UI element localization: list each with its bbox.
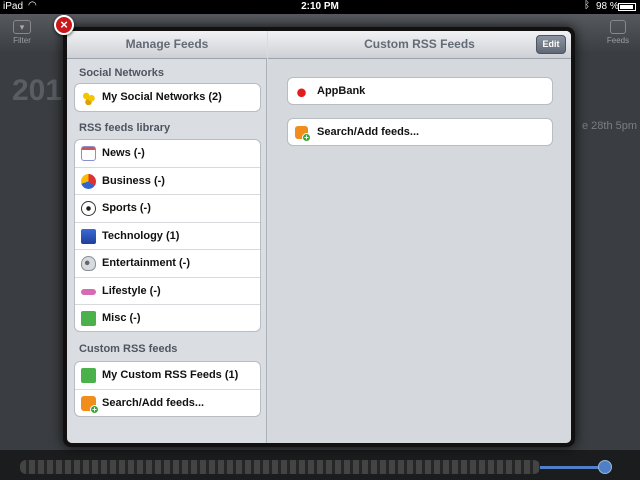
- list-item-misc[interactable]: Misc (-): [75, 305, 260, 331]
- sports-icon: [81, 201, 96, 216]
- list-item-label: Search/Add feeds...: [102, 396, 205, 409]
- filter-label: Filter: [13, 36, 31, 45]
- manage-feeds-title: Manage Feeds: [67, 31, 267, 59]
- list-item-label: Entertainment (-): [102, 257, 190, 269]
- close-button[interactable]: ×: [54, 15, 74, 35]
- list-item-lifestyle[interactable]: Lifestyle (-): [75, 278, 260, 305]
- news-icon: [81, 146, 96, 161]
- rss-add-icon: +: [295, 126, 311, 142]
- feeds-label: Feeds: [606, 36, 630, 45]
- entertainment-icon: [81, 256, 96, 271]
- rss-add-icon: +: [81, 395, 99, 414]
- close-icon: ×: [60, 17, 68, 32]
- background-date: e 28th 5pm: [582, 120, 638, 132]
- list-item-label: Sports (-): [102, 202, 151, 214]
- list-item-label: Lifestyle (-): [102, 284, 161, 297]
- custom-rss-pane: Custom RSS Feeds Edit AppBank + Search/A…: [268, 31, 571, 443]
- feed-item-label: Search/Add feeds...: [317, 126, 420, 138]
- list-item-label: Business (-): [102, 174, 165, 187]
- list-item-label: My Custom RSS Feeds (1): [102, 369, 239, 381]
- list-item-social-networks[interactable]: My Social Networks (2): [75, 84, 260, 111]
- edit-button[interactable]: Edit: [536, 35, 566, 54]
- list-item-search-add-feeds[interactable]: + Search/Add feeds...: [75, 390, 260, 417]
- battery-icon: [618, 3, 636, 11]
- list-item-news[interactable]: News (-): [75, 140, 260, 168]
- section-header-custom-rss: Custom RSS feeds: [79, 343, 178, 355]
- section-header-rss-library: RSS feeds library: [79, 122, 171, 134]
- misc-icon: [81, 311, 96, 326]
- group-rss-library: News (-) Business (-) Sports (-) Technol…: [74, 139, 261, 332]
- feeds-icon: [610, 20, 626, 34]
- status-bar: iPad ◠ 2:10 PM ᛒ 98 %: [0, 0, 640, 14]
- list-item-label: News (-): [102, 147, 145, 159]
- list-item-business[interactable]: Business (-): [75, 168, 260, 195]
- list-item-label: Misc (-): [102, 312, 141, 324]
- feed-item-label: AppBank: [317, 85, 366, 97]
- list-item-my-custom-feeds[interactable]: My Custom RSS Feeds (1): [75, 362, 260, 390]
- timeline-slider-track: [540, 466, 606, 469]
- group-social-networks: My Social Networks (2): [74, 83, 261, 112]
- battery-percent: 98 %: [596, 1, 619, 12]
- feed-item-search-add[interactable]: + Search/Add feeds...: [287, 118, 553, 146]
- feeds-button[interactable]: Feeds: [604, 20, 632, 48]
- friends-icon: [81, 90, 96, 105]
- feed-item-appbank[interactable]: AppBank: [287, 77, 553, 105]
- list-item-label: My Social Networks (2): [102, 91, 222, 103]
- section-header-social: Social Networks: [79, 67, 164, 79]
- timeline-slider-knob[interactable]: [598, 460, 612, 474]
- technology-icon: [81, 228, 96, 244]
- filter-icon: ▾: [13, 20, 31, 34]
- custom-rss-navbar: Custom RSS Feeds Edit: [268, 31, 571, 59]
- background-year: 201: [12, 74, 63, 107]
- list-item-technology[interactable]: Technology (1): [75, 223, 260, 250]
- filter-button[interactable]: ▾ Filter: [8, 20, 36, 48]
- manage-feeds-modal: Manage Feeds Social Networks My Social N…: [63, 27, 575, 447]
- custom-rss-title: Custom RSS Feeds: [364, 37, 475, 51]
- list-item-sports[interactable]: Sports (-): [75, 195, 260, 223]
- bluetooth-icon: ᛒ: [584, 0, 590, 11]
- clock: 2:10 PM: [301, 1, 339, 12]
- list-item-entertainment[interactable]: Entertainment (-): [75, 250, 260, 278]
- modal-content: Manage Feeds Social Networks My Social N…: [67, 31, 571, 443]
- list-item-label: Technology (1): [102, 229, 180, 242]
- group-custom-rss: My Custom RSS Feeds (1) + Search/Add fee…: [74, 361, 261, 417]
- business-icon: [81, 173, 96, 189]
- custom-feeds-icon: [81, 368, 96, 383]
- apple-icon: [295, 85, 308, 98]
- manage-feeds-pane: Manage Feeds Social Networks My Social N…: [67, 31, 267, 443]
- timeline-dots[interactable]: [20, 460, 540, 474]
- lifestyle-icon: [81, 288, 96, 295]
